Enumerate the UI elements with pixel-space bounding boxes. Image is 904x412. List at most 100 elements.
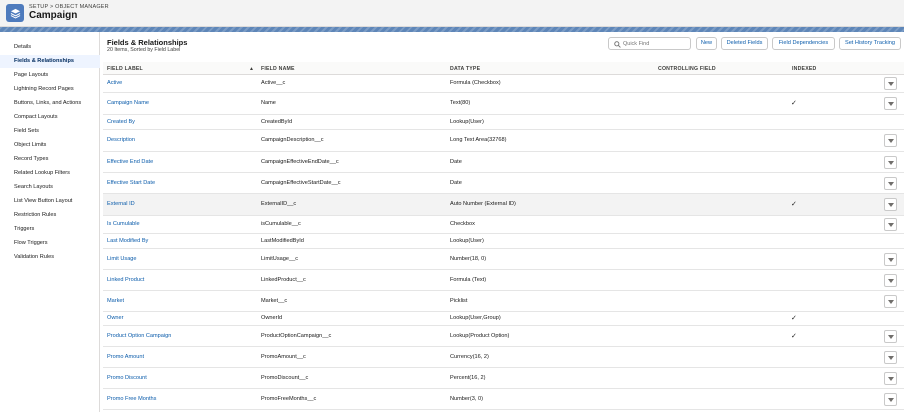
column-header-controlling-field[interactable]: CONTROLLING FIELD [658,66,716,72]
field-label-link[interactable]: Limit Usage [107,256,137,262]
chevron-down-icon [887,81,894,86]
table-row-active: Active Active__c Formula (Checkbox) [103,75,904,93]
chevron-down-icon [887,138,894,143]
row-actions-menu-button[interactable] [884,218,897,231]
row-actions-menu-button[interactable] [884,295,897,308]
sidebar-item-fields-relationships[interactable]: Fields & Relationships [0,55,100,68]
field-data-type: Percent(16, 2) [450,375,486,381]
items-count-subtitle: 20 Items, Sorted by Field Label [107,47,181,53]
arrow-up-icon[interactable]: ▲ [249,66,254,72]
row-actions-menu-button[interactable] [884,134,897,147]
field-api-name: ProductOptionCampaign__c [261,333,332,339]
field-data-type: Number(3, 0) [450,396,483,402]
chevron-down-icon [887,299,894,304]
fields-relationships-panel: Fields & Relationships 20 Items, Sorted … [100,32,904,412]
sidebar-item-compact-layouts[interactable]: Compact Layouts [0,111,100,124]
row-actions-menu-button[interactable] [884,97,897,110]
row-actions-menu-button[interactable] [884,77,897,90]
page-title: Fields & Relationships [107,38,188,47]
field-api-name: CampaignEffectiveEndDate__c [261,159,339,165]
field-label-link[interactable]: Product Option Campaign [107,333,171,339]
row-actions-menu-button[interactable] [884,372,897,385]
table-row-owner: Owner OwnerId Lookup(User,Group) ✓ [103,312,904,326]
row-actions-menu-button[interactable] [884,393,897,406]
indexed-check-icon: ✓ [791,315,797,322]
row-actions-menu-button[interactable] [884,330,897,343]
field-data-type: Lookup(User) [450,238,484,244]
object-title: Campaign [29,10,78,21]
table-row-description: Description CampaignDescription__c Long Te… [103,130,904,152]
field-label-link[interactable]: External ID [107,201,135,207]
field-api-name: Active__c [261,80,286,86]
chevron-down-icon [887,334,894,339]
sidebar-item-flow-triggers[interactable]: Flow Triggers [0,237,100,250]
field-api-name: LastModifiedById [261,238,304,244]
field-label-link[interactable]: Promo Discount [107,375,147,381]
field-label-link[interactable]: Last Modified By [107,238,148,244]
sidebar-item-list-view-button-layout[interactable]: List View Button Layout [0,195,100,208]
field-label-link[interactable]: Effective End Date [107,159,153,165]
field-dependencies-button[interactable]: Field Dependencies [772,37,835,50]
chevron-down-icon [887,278,894,283]
table-row-limit-usage: Limit Usage LimitUsage__c Number(18, 0) [103,249,904,270]
new-button[interactable]: New [696,37,717,50]
sidebar-item-buttons-links-actions[interactable]: Buttons, Links, and Actions [0,97,100,110]
field-label-link[interactable]: Is Cumulable [107,221,140,227]
chevron-down-icon [887,257,894,262]
field-api-name: LimitUsage__c [261,256,298,262]
field-api-name: PromoAmount__c [261,354,306,360]
column-header-field-name[interactable]: FIELD NAME [261,66,295,72]
field-label-link[interactable]: Created By [107,119,135,125]
row-actions-menu-button[interactable] [884,156,897,169]
sidebar-item-field-sets[interactable]: Field Sets [0,125,100,138]
sidebar-item-record-types[interactable]: Record Types [0,153,100,166]
sidebar-item-restriction-rules[interactable]: Restriction Rules [0,209,100,222]
sidebar-item-lightning-record-pages[interactable]: Lightning Record Pages [0,83,100,96]
row-actions-menu-button[interactable] [884,274,897,287]
field-label-link[interactable]: Description [107,137,135,143]
chevron-down-icon [887,181,894,186]
field-label-link[interactable]: Market [107,298,124,304]
quick-find-search[interactable] [608,37,691,50]
deleted-fields-button[interactable]: Deleted Fields [721,37,768,50]
field-data-type: Currency(16, 2) [450,354,489,360]
field-api-name: OwnerId [261,315,283,321]
sidebar-item-validation-rules[interactable]: Validation Rules [0,251,100,264]
field-api-name: CreatedById [261,119,293,125]
row-actions-menu-button[interactable] [884,253,897,266]
table-row-product-option-campaign: Product Option Campaign ProductOptionCamp… [103,326,904,347]
field-data-type: Auto Number (External ID) [450,201,516,207]
field-label-link[interactable]: Promo Amount [107,354,144,360]
field-api-name: CampaignDescription__c [261,137,324,143]
field-data-type: Date [450,180,462,186]
row-actions-menu-button[interactable] [884,198,897,211]
table-row-linked-product: Linked Product LinkedProduct__c Formula (T… [103,270,904,291]
quick-find-input[interactable] [623,39,689,49]
column-header-indexed[interactable]: INDEXED [792,66,816,72]
table-row-created-by: Created By CreatedById Lookup(User) [103,115,904,130]
chevron-down-icon [887,202,894,207]
sidebar-item-page-layouts[interactable]: Page Layouts [0,69,100,82]
field-label-link[interactable]: Owner [107,315,123,321]
sidebar-item-triggers[interactable]: Triggers [0,223,100,236]
field-label-link[interactable]: Active [107,80,122,86]
field-api-name: CampaignEffectiveStartDate__c [261,180,341,186]
set-history-tracking-button[interactable]: Set History Tracking [839,37,901,50]
column-header-field-label[interactable]: FIELD LABEL [107,66,143,72]
sidebar-item-details[interactable]: Details [0,41,100,54]
field-label-link[interactable]: Linked Product [107,277,144,283]
table-row-promo-free-months: Promo Free Months PromoFreeMonths__c Numbe… [103,389,904,410]
field-label-link[interactable]: Effective Start Date [107,180,155,186]
column-header-data-type[interactable]: DATA TYPE [450,66,480,72]
row-actions-menu-button[interactable] [884,177,897,190]
sidebar-item-object-limits[interactable]: Object Limits [0,139,100,152]
field-data-type: Lookup(User,Group) [450,315,501,321]
field-label-link[interactable]: Promo Free Months [107,396,156,402]
field-label-link[interactable]: Campaign Name [107,100,149,106]
table-row-effective-start-date: Effective Start Date CampaignEffectiveSta… [103,173,904,194]
field-data-type: Picklist [450,298,468,304]
row-actions-menu-button[interactable] [884,351,897,364]
sidebar-item-search-layouts[interactable]: Search Layouts [0,181,100,194]
sidebar-item-related-lookup-filters[interactable]: Related Lookup Filters [0,167,100,180]
table-row-external-id: External ID ExternalID__c Auto Number (Ext… [103,194,904,216]
